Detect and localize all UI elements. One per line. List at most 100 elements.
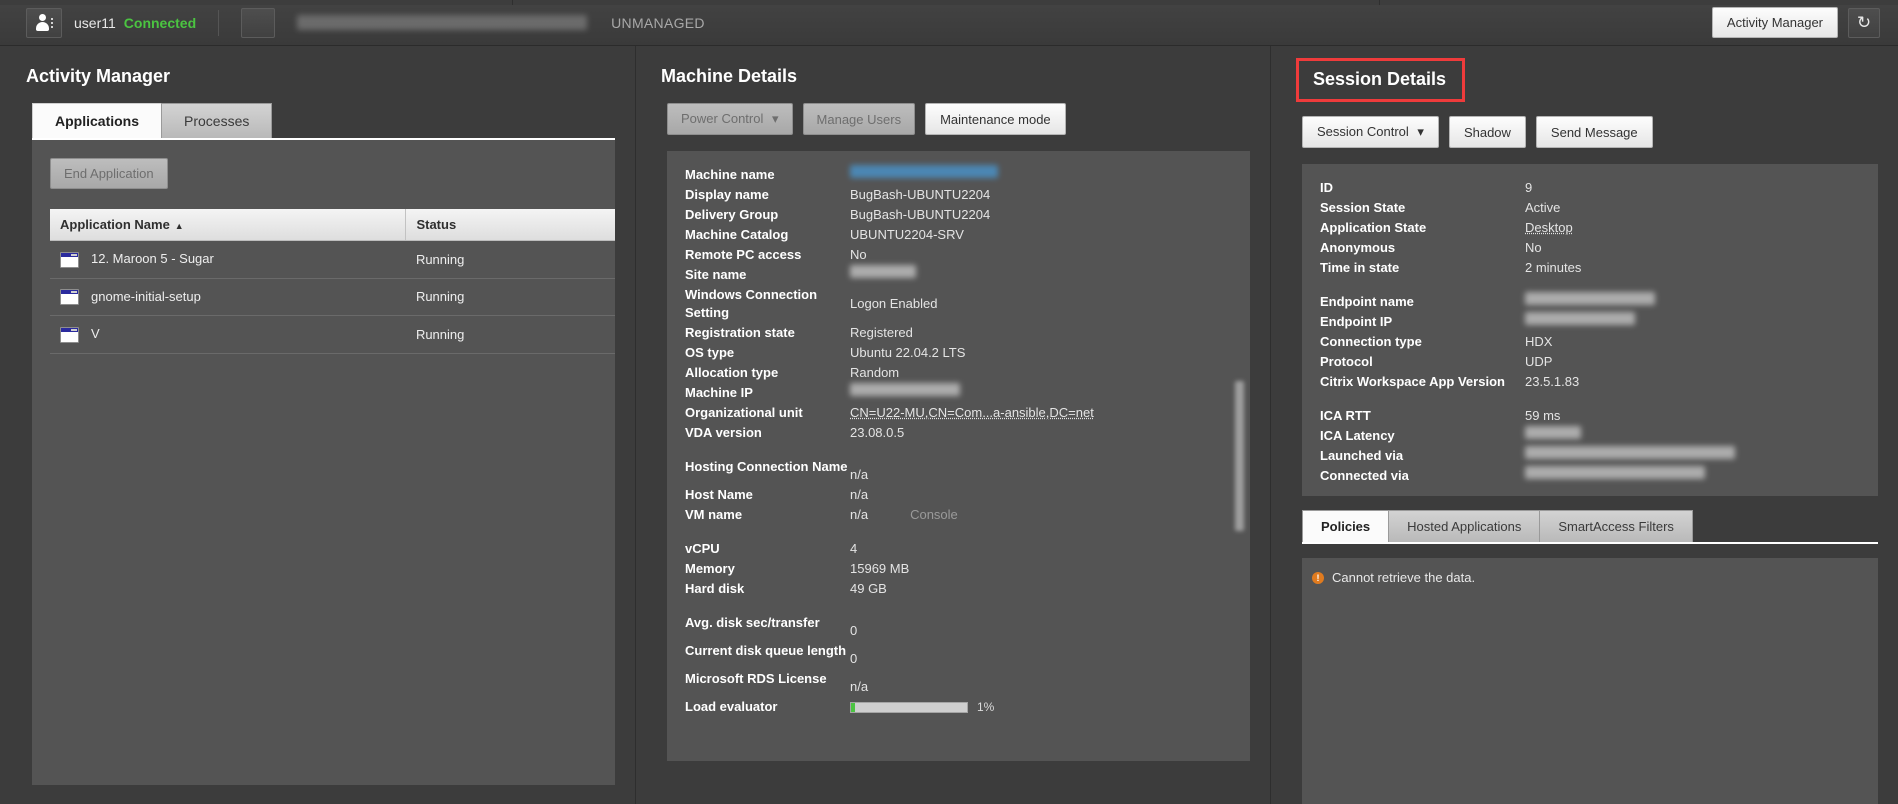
- detail-label: Hosting Connection Name: [685, 457, 850, 477]
- detail-label: Citrix Workspace App Version: [1320, 372, 1525, 392]
- console-link[interactable]: Console: [910, 505, 958, 525]
- detail-label: ICA RTT: [1320, 406, 1525, 426]
- column-application-name[interactable]: Application Name▲: [50, 209, 406, 241]
- application-state-link[interactable]: Desktop: [1525, 218, 1573, 238]
- detail-value: 15969 MB: [850, 559, 909, 579]
- detail-row-connection-type: Connection type HDX: [1320, 332, 1860, 352]
- organizational-unit-link[interactable]: CN=U22-MU,CN=Com...a-ansible,DC=net: [850, 403, 1094, 423]
- detail-value: BugBash-UBUNTU2204: [850, 185, 990, 205]
- application-name-text: V: [91, 326, 100, 341]
- detail-row-remote-pc-access: Remote PC access No: [685, 245, 1232, 265]
- more-options-icon: [51, 18, 53, 28]
- detail-label: Microsoft RDS License: [685, 669, 850, 689]
- shadow-button[interactable]: Shadow: [1449, 116, 1526, 148]
- detail-label: Protocol: [1320, 352, 1525, 372]
- application-status-cell: Running: [406, 241, 615, 279]
- machine-icon-button[interactable]: [241, 8, 275, 38]
- spacer: [1320, 278, 1860, 292]
- detail-value: Active: [1525, 198, 1560, 218]
- table-row[interactable]: 12. Maroon 5 - Sugar Running: [50, 241, 615, 279]
- power-control-button[interactable]: Power Control ▾: [667, 103, 793, 135]
- detail-row-os-type: OS type Ubuntu 22.04.2 LTS: [685, 343, 1232, 363]
- detail-label: Endpoint IP: [1320, 312, 1525, 332]
- session-control-button[interactable]: Session Control ▾: [1302, 116, 1439, 148]
- detail-label: Organizational unit: [685, 403, 850, 423]
- detail-label: Delivery Group: [685, 205, 850, 225]
- detail-label: Avg. disk sec/transfer: [685, 613, 850, 633]
- detail-row-allocation-type: Allocation type Random: [685, 363, 1232, 383]
- detail-label: ID: [1320, 178, 1525, 198]
- user-status-label: Connected: [124, 15, 196, 31]
- activity-manager-title: Activity Manager: [0, 46, 635, 87]
- machine-name-redacted: [297, 15, 587, 30]
- load-evaluator-bar: [850, 702, 968, 713]
- policies-error: ! Cannot retrieve the data.: [1312, 558, 1878, 585]
- tab-applications[interactable]: Applications: [32, 103, 162, 138]
- applications-table: Application Name▲ Status 12. Maroon 5 - …: [50, 209, 615, 354]
- detail-row-anonymous: Anonymous No: [1320, 238, 1860, 258]
- activity-manager-button[interactable]: Activity Manager: [1712, 7, 1838, 38]
- detail-label: Connected via: [1320, 466, 1525, 486]
- column-divider: [635, 46, 636, 804]
- monitor-icon: [249, 15, 267, 30]
- detail-value: 9: [1525, 178, 1532, 198]
- detail-row-citrix-workspace-app-version: Citrix Workspace App Version 23.5.1.83: [1320, 372, 1860, 392]
- detail-row-organizational-unit: Organizational unit CN=U22-MU,CN=Com...a…: [685, 403, 1232, 423]
- detail-value: 23.08.0.5: [850, 423, 904, 443]
- detail-row-endpoint-name: Endpoint name: [1320, 292, 1860, 312]
- table-row[interactable]: gnome-initial-setup Running: [50, 278, 615, 316]
- window-icon: [60, 327, 79, 343]
- detail-label: Connection type: [1320, 332, 1525, 352]
- column-status[interactable]: Status: [406, 209, 615, 241]
- tab-hosted-applications[interactable]: Hosted Applications: [1388, 510, 1540, 542]
- detail-row-ica-rtt: ICA RTT 59 ms: [1320, 406, 1860, 426]
- detail-value: 2 minutes: [1525, 258, 1581, 278]
- detail-value: UBUNTU2204-SRV: [850, 225, 964, 245]
- detail-row-host-name: Host Name n/a: [685, 485, 1232, 505]
- session-details-panel: Session Details Session Control ▾ Shadow…: [1270, 46, 1898, 804]
- spacer: [685, 525, 1232, 539]
- scrollbar[interactable]: [1235, 381, 1244, 531]
- detail-row-microsoft-rds-license: Microsoft RDS License n/a: [685, 669, 1232, 697]
- detail-value: UDP: [1525, 352, 1552, 372]
- maintenance-mode-button[interactable]: Maintenance mode: [925, 103, 1066, 135]
- tab-policies[interactable]: Policies: [1302, 510, 1389, 542]
- detail-label: VM name: [685, 505, 850, 525]
- detail-row-display-name: Display name BugBash-UBUNTU2204: [685, 185, 1232, 205]
- tab-processes[interactable]: Processes: [161, 103, 272, 138]
- top-rule: [0, 0, 1898, 5]
- send-message-button[interactable]: Send Message: [1536, 116, 1653, 148]
- application-status-cell: Running: [406, 316, 615, 354]
- detail-row-protocol: Protocol UDP: [1320, 352, 1860, 372]
- manage-users-button[interactable]: Manage Users: [803, 103, 916, 135]
- detail-row-vda-version: VDA version 23.08.0.5: [685, 423, 1232, 443]
- applications-pane: End Application Application Name▲ Status: [32, 140, 615, 785]
- load-evaluator-percent: 1%: [977, 698, 994, 716]
- warning-icon: !: [1312, 572, 1324, 584]
- spacer: [1320, 392, 1860, 406]
- tab-smartaccess-filters[interactable]: SmartAccess Filters: [1539, 510, 1693, 542]
- application-name-cell: 12. Maroon 5 - Sugar: [50, 241, 406, 279]
- application-name-text: gnome-initial-setup: [91, 289, 201, 304]
- end-application-button[interactable]: End Application: [50, 158, 168, 189]
- detail-value: Logon Enabled: [850, 285, 937, 314]
- machine-details-list: Machine name Display name BugBash-UBUNTU…: [667, 151, 1250, 761]
- user-avatar-button[interactable]: [26, 8, 62, 38]
- unmanaged-label: UNMANAGED: [611, 15, 705, 31]
- refresh-icon[interactable]: ↻: [1848, 8, 1880, 38]
- detail-row-registration-state: Registration state Registered: [685, 323, 1232, 343]
- detail-label: ICA Latency: [1320, 426, 1525, 446]
- machine-details-panel: Machine Details Power Control ▾ Manage U…: [635, 46, 1270, 804]
- detail-value: Random: [850, 363, 899, 383]
- table-row[interactable]: V Running: [50, 316, 615, 354]
- detail-value-redacted: [850, 383, 960, 396]
- user-name-label: user11: [74, 15, 116, 31]
- detail-label: Windows Connection Setting: [685, 285, 850, 323]
- column-divider: [1270, 46, 1271, 804]
- detail-value-redacted: [1525, 466, 1705, 479]
- detail-row-endpoint-ip: Endpoint IP: [1320, 312, 1860, 332]
- detail-row-launched-via: Launched via: [1320, 446, 1860, 466]
- detail-value-redacted: [1525, 426, 1581, 439]
- detail-value-redacted: [1525, 292, 1655, 305]
- detail-row-hosting-connection-name: Hosting Connection Name n/a: [685, 457, 1232, 485]
